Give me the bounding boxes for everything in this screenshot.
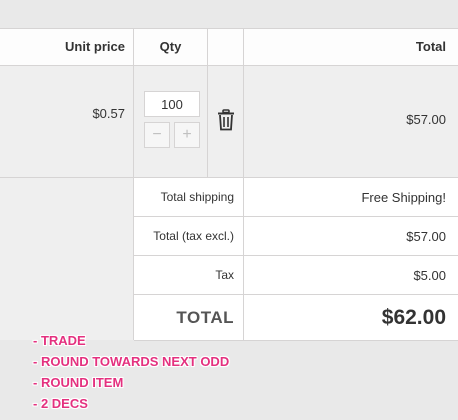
note-item: - 2 DECS — [33, 396, 88, 411]
note-item: - TRADE — [33, 333, 86, 348]
header-unit-price: Unit price — [0, 29, 134, 65]
cart-table-header: Unit price Qty Total — [0, 28, 458, 66]
total-tax-excl-label: Total (tax excl.) — [134, 217, 244, 255]
row-total-cell: $57.00 — [244, 66, 458, 177]
quantity-decrease-button[interactable]: − — [144, 122, 170, 148]
order-summary: Total shipping Free Shipping! Total (tax… — [134, 178, 458, 341]
unit-price-cell: $0.57 — [0, 66, 134, 177]
tax-row: Tax $5.00 — [134, 256, 458, 295]
grand-total-value: $62.00 — [381, 305, 446, 329]
product-row: $0.57 − + $57.00 — [0, 66, 458, 178]
header-delete-column — [208, 29, 244, 65]
tax-label: Tax — [134, 256, 244, 294]
delete-cell — [208, 66, 244, 177]
shipping-value: Free Shipping! — [361, 189, 446, 205]
header-qty: Qty — [134, 29, 208, 65]
quantity-increase-button[interactable]: + — [174, 122, 200, 148]
cart-summary-panel: Unit price Qty Total $0.57 − + $57.00 — [0, 0, 458, 420]
summary-blank-area — [0, 178, 134, 340]
total-tax-excl-value: $57.00 — [406, 228, 446, 244]
note-item: - ROUND ITEM — [33, 375, 124, 390]
trash-icon[interactable] — [217, 109, 235, 131]
note-item: - ROUND TOWARDS NEXT ODD — [33, 354, 230, 369]
shipping-label: Total shipping — [134, 178, 244, 216]
quantity-input[interactable] — [144, 91, 200, 117]
header-total: Total — [415, 39, 446, 54]
tax-value: $5.00 — [413, 267, 446, 283]
shipping-row: Total shipping Free Shipping! — [134, 178, 458, 217]
row-total-value: $57.00 — [406, 112, 446, 127]
total-tax-excl-row: Total (tax excl.) $57.00 — [134, 217, 458, 256]
unit-price-value: $0.57 — [92, 106, 125, 121]
quantity-cell: − + — [134, 66, 208, 177]
annotation-notes: - TRADE - ROUND TOWARDS NEXT ODD - ROUND… — [33, 330, 229, 414]
